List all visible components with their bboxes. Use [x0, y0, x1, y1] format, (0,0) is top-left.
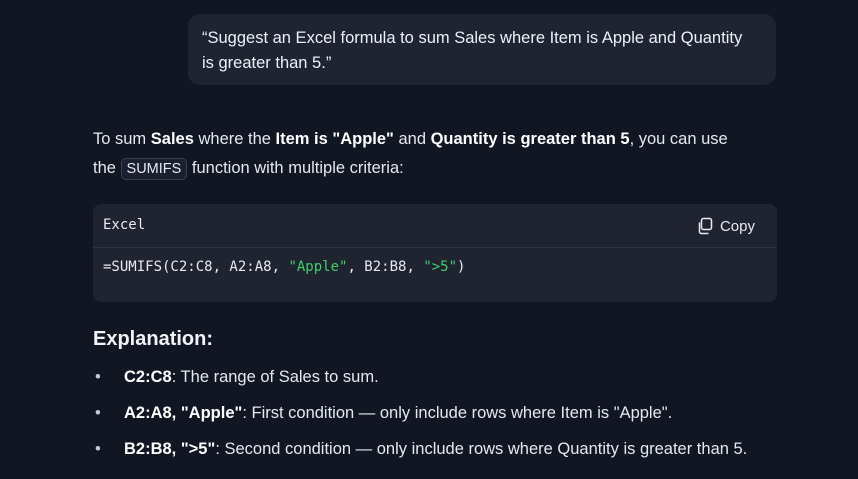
bullet-text: : Second condition — only include rows w… — [215, 440, 748, 458]
answer-bold-quantity: Quantity is greater than 5 — [430, 130, 630, 148]
bullet-icon: • — [95, 368, 101, 386]
bullet-text: : First condition — only include rows wh… — [242, 404, 673, 422]
copy-button[interactable]: Copy — [696, 215, 755, 237]
code-string-token: ">5" — [423, 259, 458, 275]
bullet-bold: B2:B8, ">5" — [124, 440, 216, 458]
answer-text: , you can use — [629, 130, 728, 148]
answer-intro: To sum Sales where the Item is "Apple" a… — [93, 125, 793, 183]
code-line: =SUMIFS(C2:C8, A2:A8, "Apple", B2:B8, ">… — [103, 259, 465, 275]
list-item: • A2:A8, "Apple": First condition — only … — [93, 398, 747, 434]
bullet-text: : The range of Sales to sum. — [171, 368, 379, 386]
answer-text: To sum — [93, 130, 151, 148]
explanation-list: • C2:C8: The range of Sales to sum. • A2:A… — [93, 362, 747, 470]
answer-bold-item: Item is "Apple" — [275, 130, 394, 148]
code-block: Excel Copy =SUMIFS(C2:C8, A2:A8, "Apple"… — [93, 204, 777, 302]
user-message-line-2: is greater than 5.” — [202, 54, 332, 72]
code-token: ) — [457, 259, 466, 275]
answer-text: the — [93, 159, 121, 177]
answer-text: and — [393, 130, 431, 148]
answer-text: where the — [193, 130, 276, 148]
code-language-label: Excel — [103, 217, 146, 233]
copy-button-label: Copy — [719, 217, 755, 235]
bullet-icon: • — [95, 404, 101, 422]
bullet-icon: • — [95, 440, 101, 458]
answer-bold-sales: Sales — [150, 130, 194, 148]
code-token: , B2:B8, — [347, 259, 424, 275]
answer-text: function with multiple criteria: — [187, 159, 404, 177]
code-token: =SUMIFS(C2:C8, A2:A8, — [103, 259, 289, 275]
bullet-bold: C2:C8 — [124, 368, 172, 386]
list-item: • B2:B8, ">5": Second condition — only in… — [93, 434, 747, 470]
answer-line-2: the SUMIFS function with multiple criter… — [93, 154, 793, 183]
code-string-token: "Apple" — [288, 259, 348, 275]
answer-line-1: To sum Sales where the Item is "Apple" a… — [93, 125, 793, 154]
user-message-line-1: “Suggest an Excel formula to sum Sales w… — [202, 29, 743, 47]
list-item: • C2:C8: The range of Sales to sum. — [93, 362, 747, 398]
user-message-bubble: “Suggest an Excel formula to sum Sales w… — [188, 14, 776, 85]
code-block-header: Excel Copy — [93, 204, 777, 248]
copy-icon — [696, 217, 714, 235]
bullet-bold: A2:A8, "Apple" — [124, 404, 243, 422]
explanation-heading: Explanation: — [93, 328, 214, 350]
inline-code-sumifs: SUMIFS — [120, 158, 188, 180]
